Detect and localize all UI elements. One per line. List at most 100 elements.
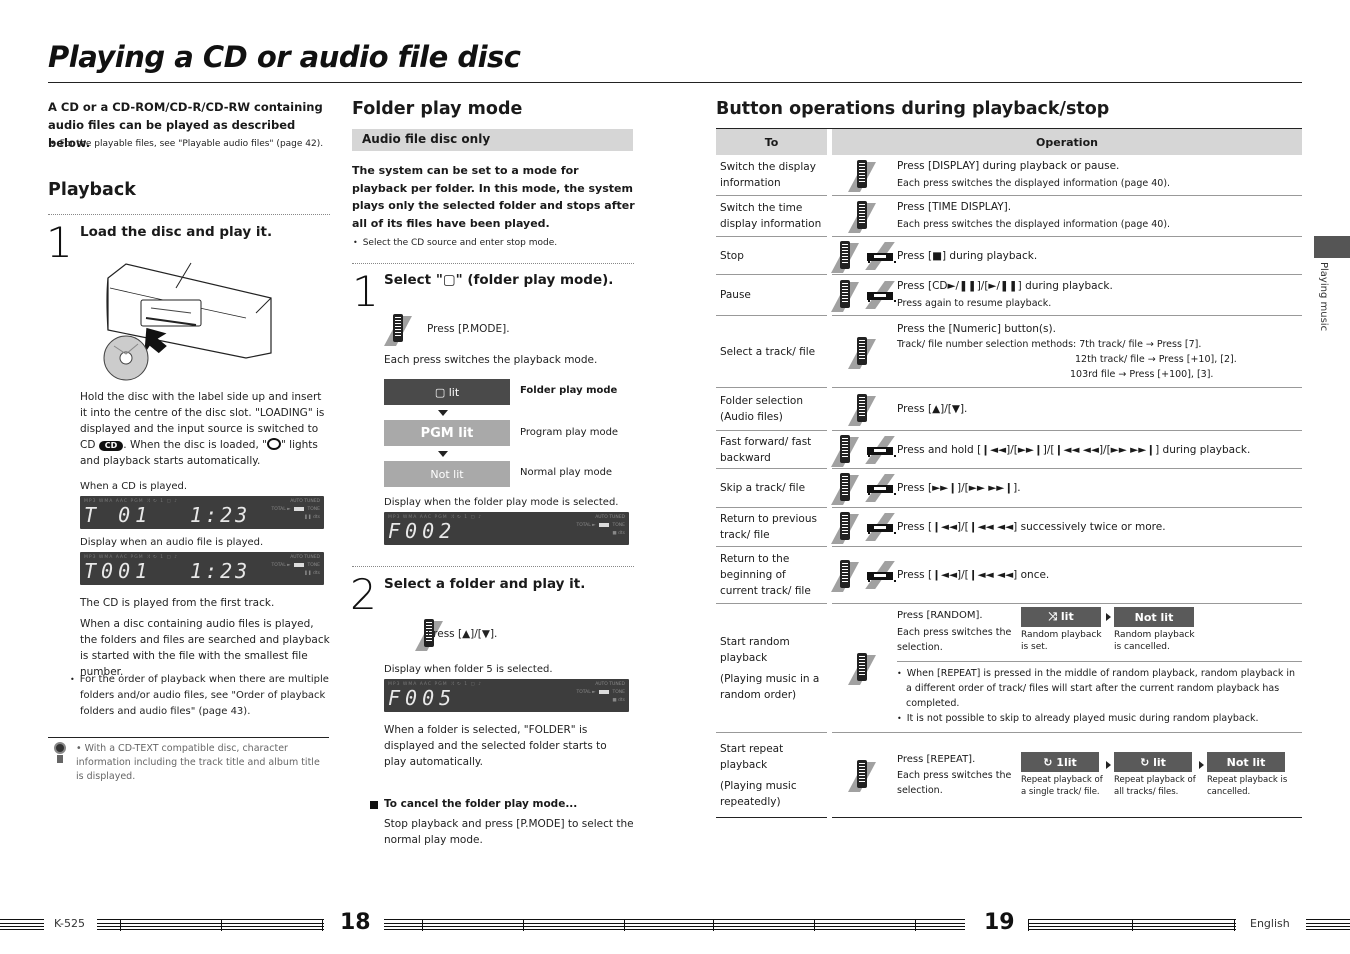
main-unit-icon [864, 474, 896, 502]
dotted-divider [48, 214, 330, 216]
table-row: Pause Press [CD►/❚❚]/[►/❚❚] during playb… [716, 275, 1302, 316]
mode-normal-box: Not lit [384, 461, 510, 487]
footer-rule [384, 919, 965, 931]
remote-control-icon [830, 280, 861, 312]
button-operations-heading: Button operations during playback/stop [716, 99, 1110, 119]
remote-control-icon [830, 434, 861, 467]
col-operation: Operation [832, 129, 1302, 155]
lcd-display-f005: MP3 WMA AAC PGM ⤨ ↻ 1 ▢ ♪ F005 AUTO TUNE… [384, 679, 629, 712]
cancel-text: Stop playback and press [P.MODE] to sele… [384, 818, 634, 846]
load-instructions: Hold the disc with the label side up and… [80, 391, 325, 467]
lcd-display-f002: MP3 WMA AAC PGM ⤨ ↻ 1 ▢ ♪ F002 AUTO TUNE… [384, 512, 629, 545]
arrow-right-icon [1106, 613, 1111, 621]
arrow-down-icon [438, 451, 448, 457]
disc-icon [266, 438, 281, 450]
step-title: Select "▢" (folder play mode). [384, 272, 614, 288]
repeat-state-all: ↻ lit Repeat playback of all tracks/ file… [1114, 752, 1196, 798]
step-number: 1 [352, 267, 379, 316]
random-state-not-lit: Not lit Random playback is cancelled. [1114, 607, 1196, 661]
table-row: Fast forward/ fast backward Press and ho… [716, 431, 1302, 469]
table-row: Select a track/ file Press the [Numeric]… [716, 316, 1302, 388]
page-title: Playing a CD or audio file disc [48, 40, 521, 74]
disc-loading-illustration [103, 262, 272, 381]
lcd-indicators: AUTO TUNED TOTAL ► TONE ■ dts [576, 682, 625, 703]
press-updown-text: Press [▲]/[▼]. [427, 628, 498, 640]
page-number-right: 19 [984, 910, 1015, 935]
cd-source-note: Select the CD source and enter stop mode… [353, 238, 557, 248]
language-label: English [1250, 917, 1290, 930]
cd-badge: CD [98, 441, 124, 451]
operations-table: To Operation Switch the display informat… [716, 128, 1302, 818]
playback-heading: Playback [48, 180, 136, 200]
table-row: Return to previous track/ file Press [❙◄… [716, 508, 1302, 547]
table-row: Stop Press [■] during playback. [716, 237, 1302, 275]
remote-control-icon [830, 473, 861, 505]
square-bullet-icon [370, 801, 378, 809]
step-title: Select a folder and play it. [384, 576, 586, 592]
folder-play-heading: Folder play mode [352, 99, 523, 119]
remote-control-icon [847, 336, 878, 369]
remote-control-icon [847, 160, 878, 192]
remote-control-icon [830, 240, 861, 273]
remote-control-icon [847, 394, 878, 426]
each-press-text: Each press switches the playback mode. [384, 354, 598, 366]
footer-rule [1028, 919, 1236, 931]
lcd-display-cd: MP3 WMA AAC PGM ⤨ ↻ 1 ▢ ♪ T 01 1:23 AUTO… [80, 496, 324, 529]
press-pmode-text: Press [P.MODE]. [427, 323, 510, 335]
playable-files-note: For the playable files, see "Playable au… [50, 139, 335, 149]
page-number-left: 18 [340, 910, 371, 935]
arrow-down-icon [438, 410, 448, 416]
main-unit-icon [864, 513, 896, 541]
repeat-state-single: ↻ 1lit Repeat playback of a single track/… [1021, 752, 1103, 798]
folder5-caption: Display when folder 5 is selected. [384, 664, 553, 675]
mode-folder-label: Folder play mode [520, 385, 618, 396]
table-row: Switch the display information Press [DI… [716, 155, 1302, 196]
tip-text: • With a CD-TEXT compatible disc, charac… [76, 743, 320, 782]
title-divider [48, 82, 1302, 83]
arrow-right-icon [1199, 761, 1204, 769]
arrow-right-icon [1106, 761, 1111, 769]
mode-program-label: Program play mode [520, 427, 619, 438]
remote-control-icon [847, 760, 878, 792]
table-row-random: Start random playback (Playing music in a… [716, 604, 1302, 733]
lcd-display-audio: MP3 WMA AAC PGM ⤨ ↻ 1 ▢ ♪ T001 1:23 AUTO… [80, 552, 324, 585]
footer-rule [0, 919, 44, 930]
first-track-text: The CD is played from the first track. [80, 597, 275, 609]
audio-files-text: When a disc containing audio files is pl… [80, 618, 330, 678]
model-number: K-525 [54, 917, 86, 930]
step-number: 1 [46, 218, 73, 267]
step-number: 2 [350, 570, 377, 619]
mode-program-box: PGM lit [384, 420, 510, 446]
folder-display-caption: Display when the folder play mode is sel… [384, 497, 619, 508]
lcd-indicators: AUTO TUNED TOTAL ► TONE ❚❚ dts [271, 499, 320, 520]
section-tab-marker [1314, 236, 1350, 258]
table-row: Skip a track/ file Press [►►❙]/[►► ►►❙]. [716, 469, 1302, 508]
col-to: To [716, 129, 827, 155]
remote-control-icon [830, 560, 861, 592]
mode-normal-label: Normal play mode [520, 467, 613, 478]
lcd-indicators: AUTO TUNED TOTAL ► TONE ❚❚ dts [271, 555, 320, 576]
table-row: Switch the time display information Pres… [716, 196, 1302, 237]
dotted-divider [352, 263, 634, 265]
main-unit-icon [864, 561, 896, 589]
tip-lightbulb-icon [50, 740, 70, 766]
remote-control-icon [384, 314, 414, 346]
table-row: Return to the beginning of current track… [716, 547, 1302, 604]
section-tab-label: Playing music [1318, 262, 1329, 332]
footer-rule [97, 919, 324, 931]
main-unit-icon [864, 435, 896, 464]
audio-display-caption: Display when an audio file is played. [80, 537, 264, 548]
main-unit-icon [864, 241, 896, 270]
dotted-divider [352, 566, 634, 568]
mode-folder-box: ▢ lit [384, 379, 510, 405]
folder-intro: The system can be set to a mode for play… [352, 164, 635, 230]
audio-only-badge: Audio file disc only [352, 129, 633, 151]
folder-selected-text: When a folder is selected, "FOLDER" is d… [384, 724, 607, 768]
table-row-repeat: Start repeat playback (Playing music repe… [716, 733, 1302, 818]
table-row: Folder selection (Audio files) Press [▲]… [716, 388, 1302, 431]
main-unit-icon [864, 281, 896, 309]
remote-control-icon [830, 512, 861, 544]
remote-control-icon [847, 653, 878, 685]
order-note: For the order of playback when there are… [70, 672, 332, 720]
cd-display-caption: When a CD is played. [80, 481, 188, 492]
